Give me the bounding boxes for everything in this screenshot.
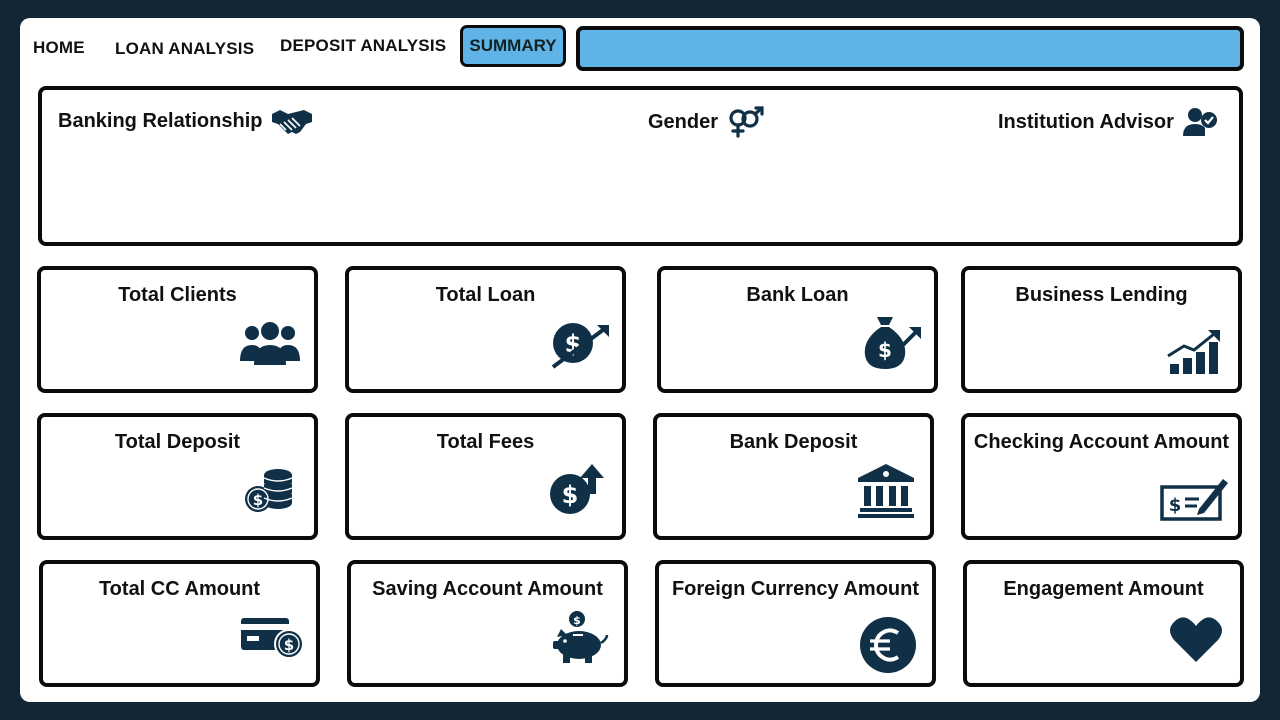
- card-bank-loan[interactable]: Bank Loan $: [657, 266, 938, 393]
- filter-gender[interactable]: Gender: [648, 106, 766, 138]
- card-total-deposit[interactable]: Total Deposit $: [37, 413, 318, 540]
- bar-chart-growth-icon: [1158, 318, 1230, 384]
- card-business-lending[interactable]: Business Lending: [961, 266, 1242, 393]
- card-title: Checking Account Amount: [973, 431, 1230, 453]
- svg-text:$: $: [284, 636, 294, 654]
- card-title: Saving Account Amount: [372, 578, 603, 600]
- filter-label: Gender: [648, 110, 719, 133]
- card-title: Engagement Amount: [1003, 578, 1204, 600]
- card-title: Business Lending: [1015, 284, 1188, 306]
- card-title: Bank Loan: [746, 284, 849, 306]
- card-bank-deposit[interactable]: Bank Deposit: [653, 413, 934, 540]
- euro-icon: [852, 612, 924, 678]
- coins-icon: $: [234, 457, 306, 523]
- gender-icon: [726, 106, 766, 138]
- cheque-icon: $: [1158, 465, 1230, 531]
- svg-text:$: $: [253, 491, 263, 509]
- card-title: Total Fees: [436, 431, 535, 453]
- card-checking-account-amount[interactable]: Checking Account Amount $: [961, 413, 1242, 540]
- card-title: Total Clients: [118, 284, 237, 306]
- dollar-up-arrow-icon: $: [542, 457, 614, 523]
- piggy-bank-icon: $: [544, 604, 616, 670]
- card-title: Bank Deposit: [729, 431, 858, 453]
- filter-institution-advisor[interactable]: Institution Advisor: [998, 106, 1218, 138]
- svg-text:$: $: [1169, 495, 1182, 516]
- card-engagement-amount[interactable]: Engagement Amount: [963, 560, 1244, 687]
- card-foreign-currency-amount[interactable]: Foreign Currency Amount: [655, 560, 936, 687]
- header-bar[interactable]: [576, 26, 1244, 71]
- users-icon: [234, 312, 306, 378]
- nav-summary[interactable]: SUMMARY: [460, 25, 566, 67]
- svg-text:$: $: [562, 481, 579, 509]
- filter-label: Banking Relationship: [58, 109, 263, 132]
- card-title: Foreign Currency Amount: [671, 578, 920, 600]
- svg-text:$: $: [878, 338, 892, 362]
- card-title: Total CC Amount: [98, 578, 261, 600]
- card-total-cc-amount[interactable]: Total CC Amount $: [39, 560, 320, 687]
- heart-icon: [1160, 606, 1232, 672]
- credit-card-icon: $: [236, 604, 308, 670]
- user-check-icon: [1182, 106, 1218, 138]
- card-saving-account-amount[interactable]: Saving Account Amount $: [347, 560, 628, 687]
- nav-deposit-analysis[interactable]: DEPOSIT ANALYSIS: [280, 36, 446, 56]
- filter-label: Institution Advisor: [998, 110, 1174, 133]
- nav-home[interactable]: HOME: [33, 38, 85, 58]
- card-title: Total Loan: [435, 284, 536, 306]
- card-total-loan[interactable]: Total Loan $: [345, 266, 626, 393]
- money-bag-icon: $: [854, 310, 926, 376]
- card-total-fees[interactable]: Total Fees $: [345, 413, 626, 540]
- handshake-icon: [270, 106, 314, 136]
- card-total-clients[interactable]: Total Clients: [37, 266, 318, 393]
- card-title: Total Deposit: [114, 431, 241, 453]
- dollar-growth-icon: $: [542, 310, 614, 376]
- nav-loan-analysis[interactable]: LOAN ANALYSIS: [115, 39, 254, 59]
- bank-building-icon: [850, 457, 922, 523]
- filter-banking-relationship[interactable]: Banking Relationship: [58, 106, 314, 136]
- dashboard-canvas: HOME LOAN ANALYSIS DEPOSIT ANALYSIS SUMM…: [20, 18, 1260, 702]
- svg-text:$: $: [573, 614, 581, 627]
- filter-panel: Banking Relationship Gender Institution …: [38, 86, 1243, 246]
